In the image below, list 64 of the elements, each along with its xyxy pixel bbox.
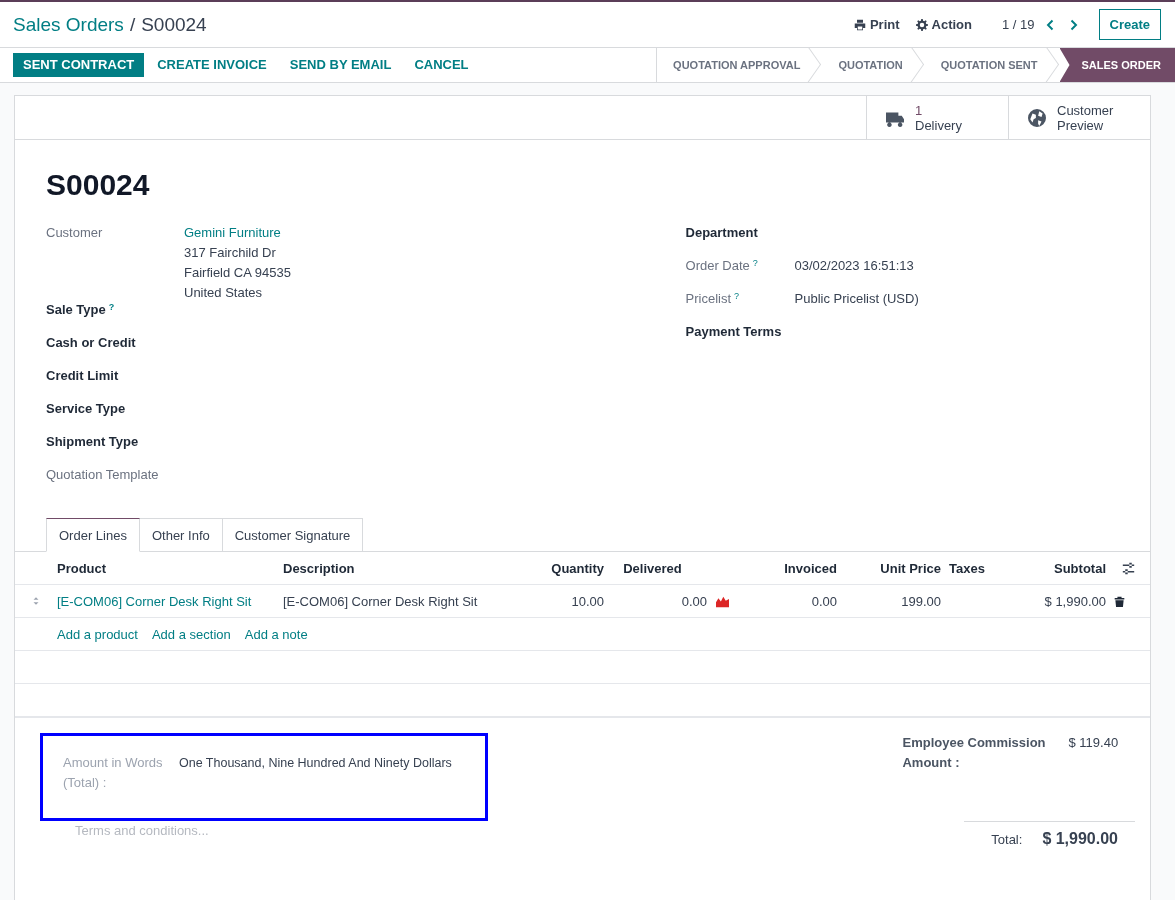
add-line-link[interactable]: Add a section (151, 626, 231, 642)
breadcrumb-link[interactable]: Sales Orders (13, 13, 124, 35)
area-chart-icon[interactable] (714, 594, 730, 608)
field-label: Payment Terms (685, 323, 783, 341)
breadcrumb-separator: / (129, 13, 136, 35)
column-header: Quantity (551, 560, 604, 576)
pager-counter: 1 / 19 (1002, 17, 1035, 32)
field-label: Employee Commission Amount : (902, 734, 1047, 772)
gear-icon (915, 18, 928, 31)
column-header: Unit Price (880, 560, 941, 576)
action-button[interactable]: Action (915, 17, 972, 32)
field-label: Sale Type $^{?}$ (46, 301, 116, 319)
tab[interactable]: Customer Signature (222, 518, 364, 552)
address-line: Fairfield CA 94535 (184, 265, 291, 280)
field-value: 03/02/2023 16:51:13 (794, 258, 914, 273)
field-value: $ 119.40 (1068, 734, 1119, 752)
field-label: Order Date $^{?}$ (685, 257, 759, 275)
field-label: Amount in Words (Total) : (63, 754, 164, 792)
create-button[interactable]: Create (1098, 9, 1161, 40)
column-header: Subtotal (1054, 560, 1106, 576)
field-label: Cash or Credit (46, 334, 137, 352)
customer-link[interactable]: Gemini Furniture (184, 225, 291, 240)
field-label: Shipment Type (46, 433, 140, 451)
total-label: Total: (991, 831, 1023, 847)
table-cell: $ 1,990.00 (1044, 593, 1106, 609)
field-label: Customer (46, 224, 104, 242)
column-header: Delivered (623, 560, 682, 576)
column-header: Description (283, 560, 355, 576)
field-label: Quotation Template (46, 466, 160, 484)
product-link[interactable]: [E-COM06] Corner Desk Right Sit (57, 593, 252, 609)
column-settings-icon[interactable] (1122, 561, 1135, 575)
action-button[interactable]: CREATE INVOICE (147, 53, 277, 77)
field-value: Public Pricelist (USD) (794, 291, 919, 306)
breadcrumb-current: S00024 (141, 13, 207, 35)
total-value: $ 1,990.00 (1042, 830, 1118, 848)
add-line-link[interactable]: Add a note (244, 626, 308, 642)
tab[interactable]: Other Info (139, 518, 223, 552)
order-number: S00024 (46, 168, 151, 203)
table-cell: 0.00 (811, 593, 837, 609)
table-cell: 10.00 (571, 593, 604, 609)
field-label: Department (685, 224, 759, 242)
trash-icon[interactable] (1114, 595, 1125, 607)
address-line: United States (184, 285, 264, 300)
primary-button[interactable]: SENT CONTRACT (13, 53, 145, 77)
add-line-link[interactable]: Add a product (57, 626, 138, 642)
print-button[interactable]: Print (853, 17, 900, 32)
printer-icon (853, 18, 866, 31)
tab[interactable]: Order Lines (46, 518, 140, 552)
field-label: Pricelist $^{?}$ (685, 290, 741, 308)
drag-handle-icon[interactable] (31, 596, 41, 606)
column-header: Product (57, 560, 107, 576)
field-label: Credit Limit (46, 367, 120, 385)
field-value: One Thousand, Nine Hundred And Ninety Dollars (179, 755, 452, 772)
action-button[interactable]: CANCEL (404, 53, 479, 77)
globe-icon (1027, 108, 1047, 127)
table-cell: 0.00 (681, 593, 707, 609)
column-header: Invoiced (784, 560, 837, 576)
table-cell: [E-COM06] Corner Desk Right Sit (283, 593, 478, 609)
status-stage[interactable]: SALES ORDER (1059, 48, 1175, 82)
table-cell: 199.00 (901, 593, 941, 609)
action-button[interactable]: SEND BY EMAIL (279, 53, 402, 77)
field-label: Service Type (46, 400, 127, 418)
column-header: Taxes (948, 560, 985, 576)
address-line: 317 Fairchild Dr (184, 245, 277, 260)
